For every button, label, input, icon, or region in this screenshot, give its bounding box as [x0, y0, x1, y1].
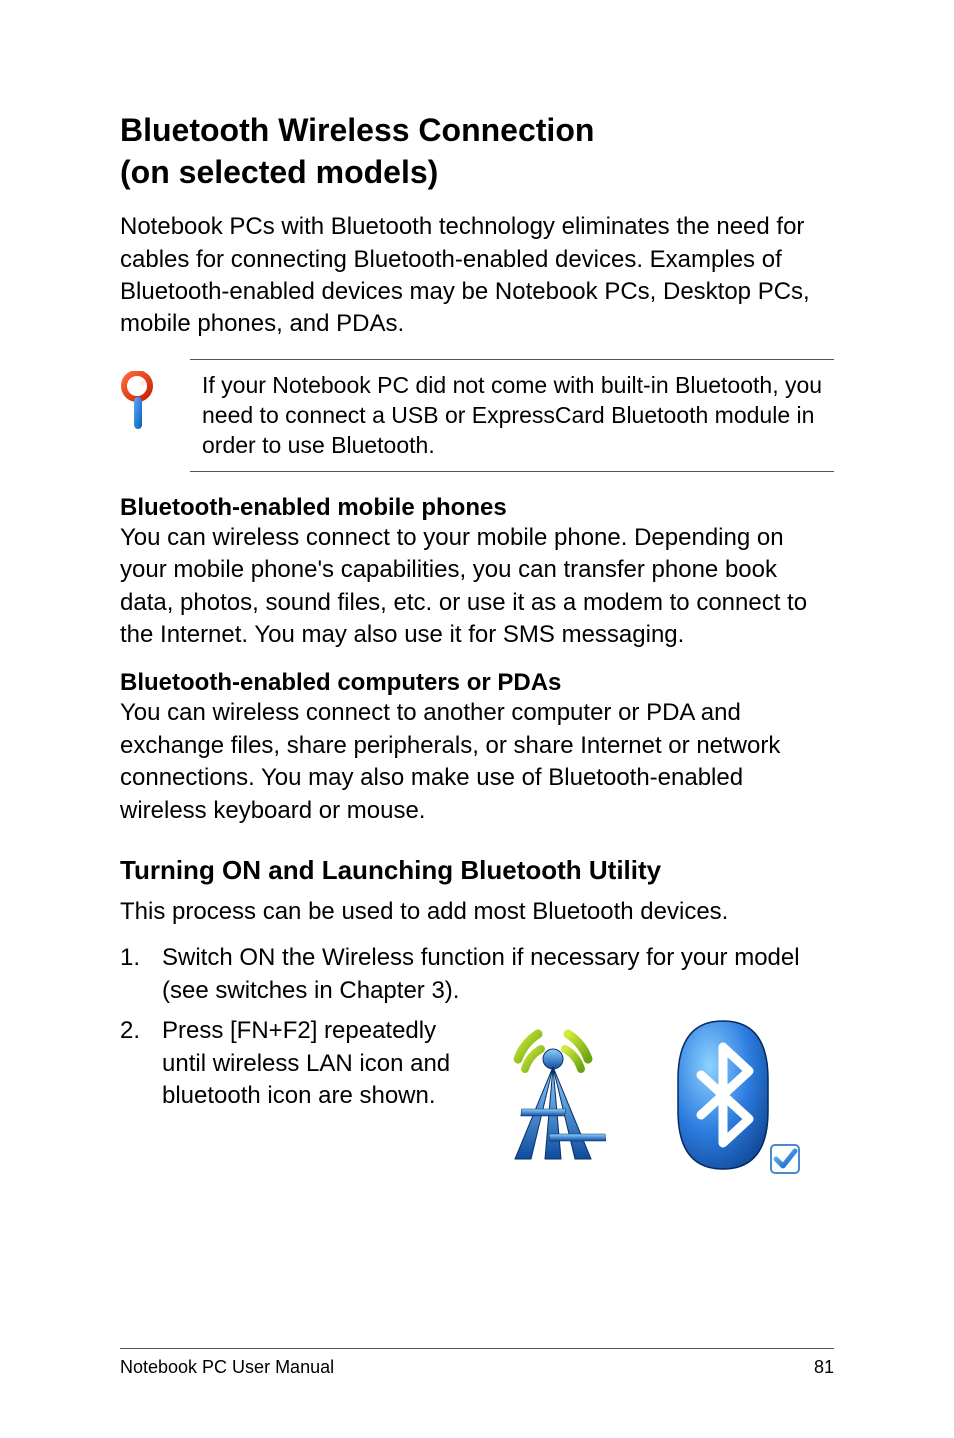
wireless-lan-icon — [493, 1019, 613, 1188]
intro-paragraph: Notebook PCs with Bluetooth technology e… — [120, 211, 834, 341]
page-footer: Notebook PC User Manual 81 — [120, 1348, 834, 1378]
page-title: Bluetooth Wireless Connection (on select… — [120, 110, 834, 193]
footer-right: 81 — [814, 1357, 834, 1378]
icon-strip — [462, 1015, 834, 1188]
note-text: If your Notebook PC did not come with bu… — [190, 359, 834, 472]
title-line-2: (on selected models) — [120, 154, 438, 190]
footer-left: Notebook PC User Manual — [120, 1357, 334, 1378]
utility-intro: This process can be used to add most Blu… — [120, 896, 834, 928]
phones-body: You can wireless connect to your mobile … — [120, 522, 834, 652]
step-2: Press [FN+F2] repeatedly until wireless … — [120, 1015, 834, 1188]
step-2-text: Press [FN+F2] repeatedly until wireless … — [162, 1015, 462, 1112]
title-line-1: Bluetooth Wireless Connection — [120, 112, 594, 148]
note-icon-cell — [120, 359, 190, 436]
note-callout: If your Notebook PC did not come with bu… — [120, 359, 834, 472]
computers-body: You can wireless connect to another comp… — [120, 697, 834, 827]
computers-heading: Bluetooth-enabled computers or PDAs — [120, 669, 834, 697]
bluetooth-icon — [673, 1019, 803, 1188]
steps-list: Switch ON the Wireless function if neces… — [120, 942, 834, 1188]
phones-heading: Bluetooth-enabled mobile phones — [120, 494, 834, 522]
magnifier-icon — [120, 371, 160, 431]
utility-heading: Turning ON and Launching Bluetooth Utili… — [120, 855, 834, 886]
step-1: Switch ON the Wireless function if neces… — [120, 942, 834, 1007]
